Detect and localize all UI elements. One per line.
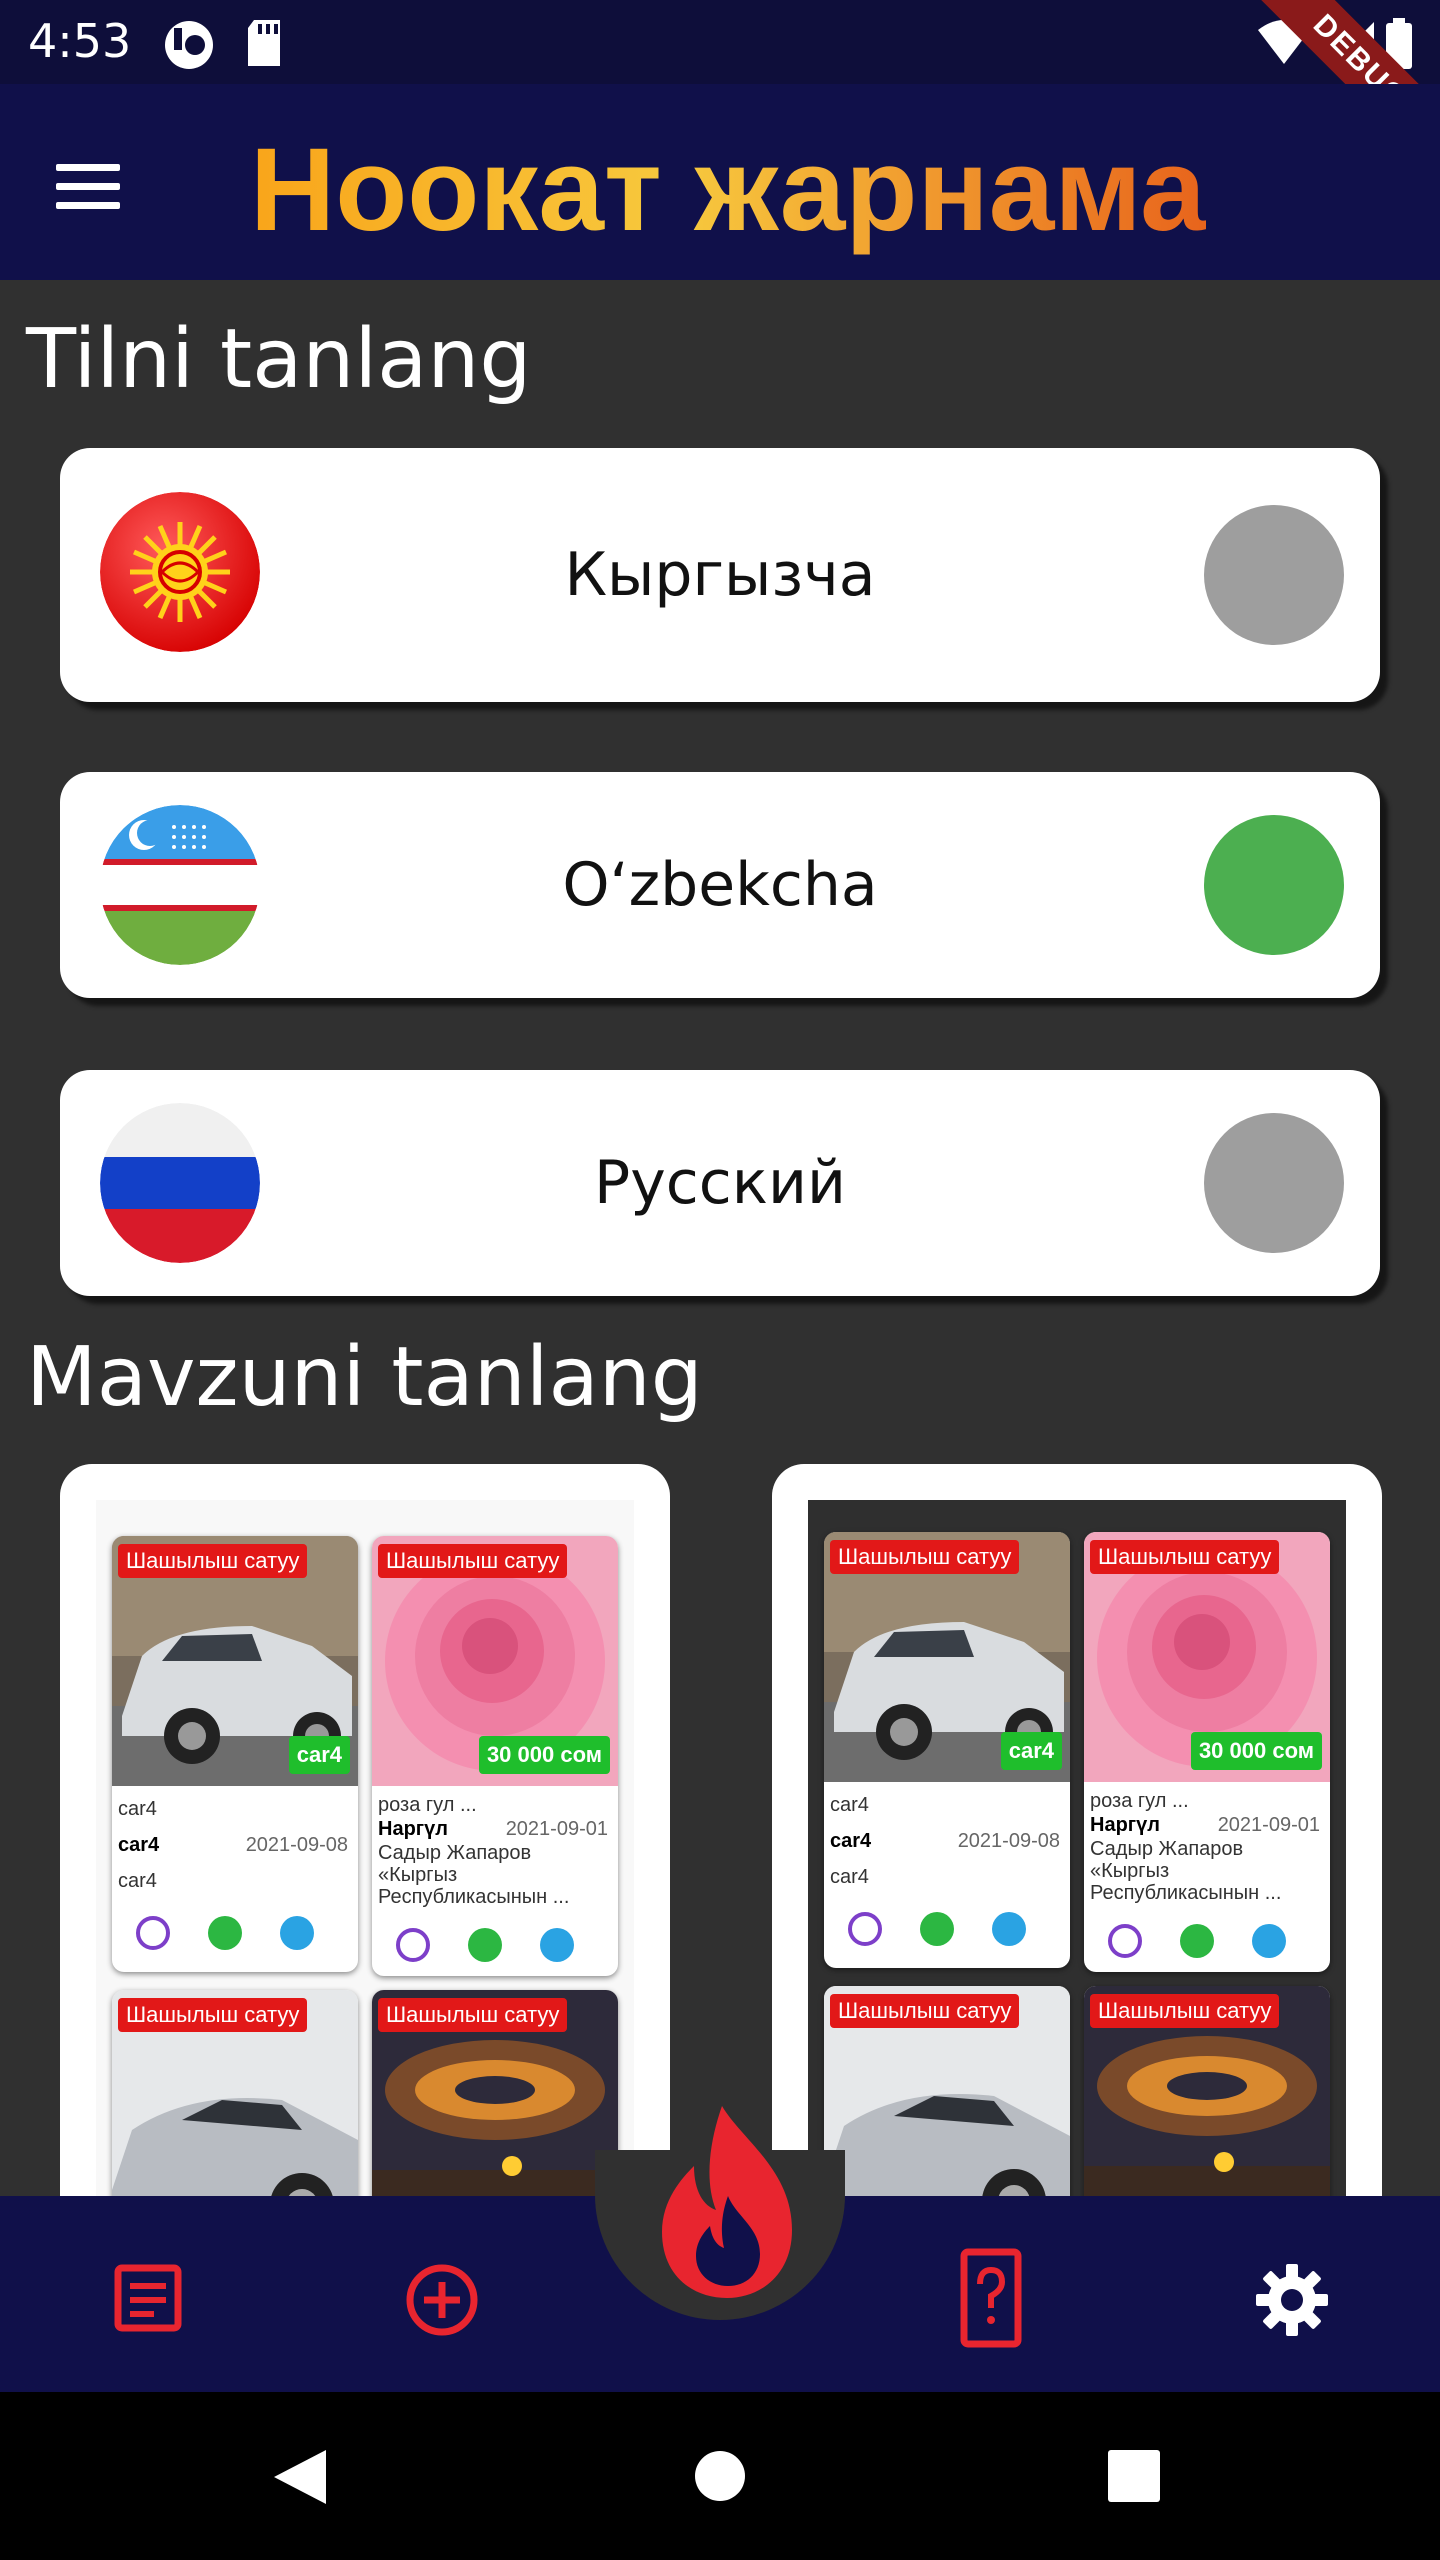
urgent-sale-badge: Шашылыш сатуу	[378, 1998, 568, 2032]
theme-option-dark[interactable]: Шашылыш сатуу car4 car4 car4 2021-09-08 …	[772, 1464, 1382, 2224]
whatsapp-icon	[208, 1916, 242, 1950]
ad-name: роза гул ...	[378, 1794, 477, 1816]
add-circle-icon[interactable]	[404, 2262, 480, 2338]
urgent-sale-badge: Шашылыш сатуу	[1090, 1540, 1280, 1574]
telegram-icon	[540, 1928, 574, 1962]
preview-ad-tile: Шашылыш сатуу	[112, 1990, 358, 2224]
status-time: 4:53	[28, 14, 132, 68]
settings-icon[interactable]	[1254, 2262, 1330, 2338]
urgent-sale-badge: Шашылыш сатуу	[1090, 1994, 1280, 2028]
ad-name: роза гул ...	[1090, 1790, 1189, 1812]
home-icon[interactable]	[694, 2450, 746, 2502]
price-badge: 30 000 сом	[478, 1736, 610, 1774]
price-badge: 30 000 сом	[1190, 1732, 1322, 1770]
app-bar: Ноокат жарнама	[0, 84, 1440, 280]
language-radio-unselected[interactable]	[1204, 1113, 1344, 1253]
preview-ad-tile: Шашылыш сатуу car4 car4 car4 2021-09-08 …	[112, 1536, 358, 1972]
preview-ad-tile: Шашылыш сатуу	[1084, 1986, 1330, 2224]
language-label: Oʻzbekcha	[562, 850, 878, 920]
ad-date: 2021-09-08	[957, 1830, 1060, 1852]
ad-description: Садыр Жапаров «Кыргыз Республикасынын ..…	[378, 1842, 570, 1908]
theme-preview-light: Шашылыш сатуу car4 car4 car4 2021-09-08 …	[96, 1500, 634, 2224]
telegram-icon	[280, 1916, 314, 1950]
theme-option-light[interactable]: Шашылыш сатуу car4 car4 car4 2021-09-08 …	[60, 1464, 670, 2224]
language-option-uzbek[interactable]: Oʻzbekcha	[60, 772, 1380, 998]
whatsapp-icon	[468, 1928, 502, 1962]
sd-card-icon	[248, 20, 280, 66]
ad-title: car4	[118, 1834, 160, 1856]
telegram-icon	[992, 1912, 1026, 1946]
ad-name: car4	[118, 1798, 157, 1820]
urgent-sale-badge: Шашылыш сатуу	[378, 1544, 568, 1578]
back-icon[interactable]	[270, 2446, 330, 2508]
theme-section-title: Mavzuni tanlang	[26, 1330, 703, 1425]
ad-description: car4	[118, 1870, 157, 1892]
menu-icon[interactable]	[56, 154, 140, 214]
telegram-icon	[1252, 1924, 1286, 1958]
ad-title: Наргүл	[1090, 1814, 1160, 1836]
language-radio-selected[interactable]	[1204, 815, 1344, 955]
ad-date: 2021-09-08	[245, 1834, 348, 1856]
help-icon[interactable]	[960, 2248, 1022, 2348]
language-section-title: Tilni tanlang	[26, 312, 532, 407]
app-title: Ноокат жарнама	[250, 124, 1206, 256]
ad-title: car4	[830, 1830, 872, 1852]
app-notification-icon	[165, 21, 213, 69]
ad-title: Наргүл	[378, 1818, 448, 1840]
language-option-kyrgyz[interactable]: Кыргызча	[60, 448, 1380, 702]
whatsapp-icon	[920, 1912, 954, 1946]
price-badge: car4	[288, 1736, 350, 1774]
preview-ad-tile: Шашылыш сатуу 30 000 сом роза гул ... На…	[1084, 1532, 1330, 1972]
preview-ad-tile: Шашылыш сатуу car4 car4 car4 2021-09-08 …	[824, 1532, 1070, 1968]
ad-description: car4	[830, 1866, 869, 1888]
system-navigation-bar	[0, 2392, 1440, 2560]
status-bar: 4:53 DEBUG	[0, 0, 1440, 187]
urgent-sale-badge: Шашылыш сатуу	[118, 1544, 308, 1578]
theme-preview-dark: Шашылыш сатуу car4 car4 car4 2021-09-08 …	[808, 1500, 1346, 2224]
preview-ad-tile: Шашылыш сатуу 30 000 сом роза гул ... На…	[372, 1536, 618, 1976]
flame-icon[interactable]	[652, 2100, 802, 2300]
urgent-sale-badge: Шашылыш сатуу	[830, 1540, 1020, 1574]
viber-icon	[1108, 1924, 1142, 1958]
viber-icon	[136, 1916, 170, 1950]
language-radio-unselected[interactable]	[1204, 505, 1344, 645]
viber-icon	[396, 1928, 430, 1962]
preview-ad-tile: Шашылыш сатуу	[372, 1990, 618, 2224]
recents-icon[interactable]	[1108, 2450, 1160, 2502]
ad-description: Садыр Жапаров «Кыргыз Республикасынын ..…	[1090, 1838, 1282, 1904]
urgent-sale-badge: Шашылыш сатуу	[830, 1994, 1020, 2028]
urgent-sale-badge: Шашылыш сатуу	[118, 1998, 308, 2032]
ad-date: 2021-09-01	[1217, 1814, 1320, 1836]
viber-icon	[848, 1912, 882, 1946]
preview-ad-tile: Шашылыш сатуу	[824, 1986, 1070, 2224]
language-label: Русский	[594, 1148, 846, 1218]
ad-name: car4	[830, 1794, 869, 1816]
price-badge: car4	[1000, 1732, 1062, 1770]
language-label: Кыргызча	[564, 540, 876, 610]
ad-date: 2021-09-01	[505, 1818, 608, 1840]
language-option-russian[interactable]: Русский	[60, 1070, 1380, 1296]
list-icon[interactable]	[112, 2262, 184, 2334]
whatsapp-icon	[1180, 1924, 1214, 1958]
